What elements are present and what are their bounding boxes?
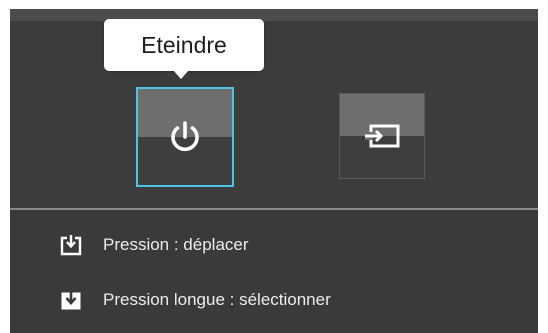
guide-press-label: Pression : déplacer [103,235,249,254]
joystick-press-icon [60,235,82,256]
power-icon [171,121,199,152]
guide-long-press-label: Pression longue : sélectionner [103,290,331,309]
input-source-icon [365,124,400,148]
menu-area [10,21,538,209]
top-strip [10,9,538,21]
source-button[interactable] [339,93,425,179]
guide-press: Pression : déplacer [60,232,249,258]
guide-long-press: Pression longue : sélectionner [60,287,331,313]
guide-area [10,210,538,333]
tooltip: Eteindre [104,19,264,71]
tooltip-arrow [173,70,189,79]
tooltip-label: Eteindre [141,31,227,58]
osd-panel: Eteindre Pression : déplacer Pression lo… [10,9,538,333]
joystick-long-press-icon [61,291,81,310]
power-button[interactable] [136,87,234,187]
